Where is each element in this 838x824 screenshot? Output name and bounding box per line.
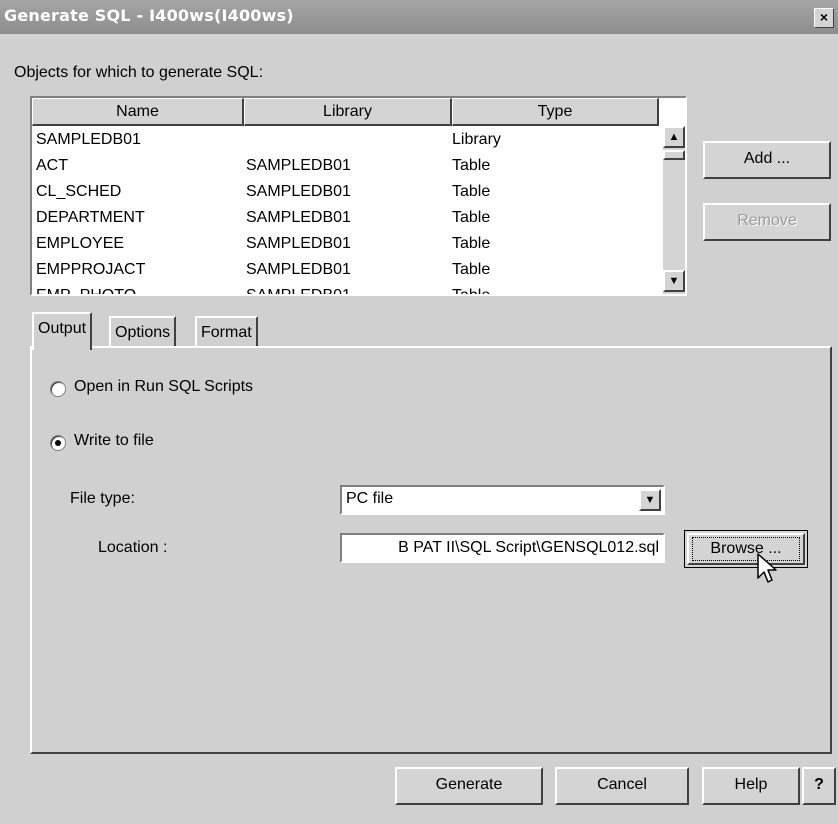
close-icon[interactable]: × xyxy=(814,8,834,28)
objects-label: Objects for which to generate SQL: xyxy=(14,64,264,81)
column-header-name[interactable]: Name xyxy=(32,98,244,126)
window-title: Generate SQL - I400ws(I400ws) xyxy=(4,6,294,25)
cell-library: SAMPLEDB01 xyxy=(246,261,351,278)
cell-library: SAMPLEDB01 xyxy=(246,157,351,174)
location-label: Location : xyxy=(98,539,168,556)
table-row[interactable]: EMPPROJACT SAMPLEDB01 Table xyxy=(32,258,652,284)
cell-type: Table xyxy=(452,183,491,200)
mouse-pointer-icon xyxy=(757,553,777,583)
remove-button[interactable]: Remove xyxy=(703,203,831,241)
cell-name: EMPPROJACT xyxy=(36,261,146,278)
cell-type: Table xyxy=(452,287,491,296)
cell-library: SAMPLEDB01 xyxy=(246,287,351,296)
objects-table[interactable]: Name Library Type SAMPLEDB01 Library ACT… xyxy=(30,96,687,296)
file-type-value: PC file xyxy=(346,490,394,507)
cell-name: SAMPLEDB01 xyxy=(36,131,141,148)
cell-library: SAMPLEDB01 xyxy=(246,209,351,226)
radio-button-unchecked[interactable] xyxy=(50,381,66,397)
table-row[interactable]: ACT SAMPLEDB01 Table xyxy=(32,154,652,180)
title-bar: Generate SQL - I400ws(I400ws) × xyxy=(0,0,838,35)
radio-label: Write to file xyxy=(74,432,154,449)
whats-this-button[interactable]: ? xyxy=(802,767,836,805)
table-row[interactable]: DEPARTMENT SAMPLEDB01 Table xyxy=(32,206,652,232)
column-header-library[interactable]: Library xyxy=(244,98,452,126)
radio-button-checked[interactable] xyxy=(50,435,66,451)
cell-type: Table xyxy=(452,261,491,278)
scroll-down-icon[interactable]: ▼ xyxy=(663,270,685,292)
file-type-label: File type: xyxy=(70,490,135,507)
file-type-dropdown[interactable]: PC file ▼ xyxy=(340,485,665,515)
cell-name: CL_SCHED xyxy=(36,183,122,200)
cell-library: SAMPLEDB01 xyxy=(246,235,351,252)
radio-open-run-sql[interactable]: Open in Run SQL Scripts xyxy=(50,378,350,400)
column-header-type[interactable]: Type xyxy=(452,98,659,126)
cell-type: Library xyxy=(452,131,501,148)
radio-write-to-file[interactable]: Write to file xyxy=(50,432,250,454)
table-row[interactable]: EMPLOYEE SAMPLEDB01 Table xyxy=(32,232,652,258)
cancel-button[interactable]: Cancel xyxy=(555,767,689,805)
chevron-down-icon[interactable]: ▼ xyxy=(639,489,661,511)
cell-type: Table xyxy=(452,235,491,252)
tab-format[interactable]: Format xyxy=(195,316,258,348)
scroll-up-icon[interactable]: ▲ xyxy=(663,126,685,148)
tab-output[interactable]: Output xyxy=(32,312,93,350)
generate-button[interactable]: Generate xyxy=(395,767,543,805)
cell-name: EMPLOYEE xyxy=(36,235,125,252)
radio-label: Open in Run SQL Scripts xyxy=(74,378,254,395)
location-field[interactable]: B PAT II\SQL Script\GENSQL012.sql xyxy=(340,533,665,563)
cell-type: Table xyxy=(452,209,491,226)
tab-options[interactable]: Options xyxy=(109,316,177,348)
table-row[interactable]: EMP_PHOTO SAMPLEDB01 Table xyxy=(32,284,652,296)
scroll-thumb[interactable] xyxy=(663,150,685,160)
table-vertical-scrollbar[interactable]: ▲ ▼ xyxy=(663,126,685,294)
cell-name: DEPARTMENT xyxy=(36,209,145,226)
location-value: B PAT II\SQL Script\GENSQL012.sql xyxy=(398,539,659,556)
focus-rectangle xyxy=(692,537,800,561)
cell-name: EMP_PHOTO xyxy=(36,287,137,296)
table-row[interactable]: SAMPLEDB01 Library xyxy=(32,128,652,154)
browse-button[interactable]: Browse ... xyxy=(684,530,808,568)
cell-name: ACT xyxy=(36,157,68,174)
cell-type: Table xyxy=(452,157,491,174)
add-button[interactable]: Add ... xyxy=(703,141,831,179)
help-button[interactable]: Help xyxy=(702,767,800,805)
cell-library: SAMPLEDB01 xyxy=(246,183,351,200)
table-row[interactable]: CL_SCHED SAMPLEDB01 Table xyxy=(32,180,652,206)
